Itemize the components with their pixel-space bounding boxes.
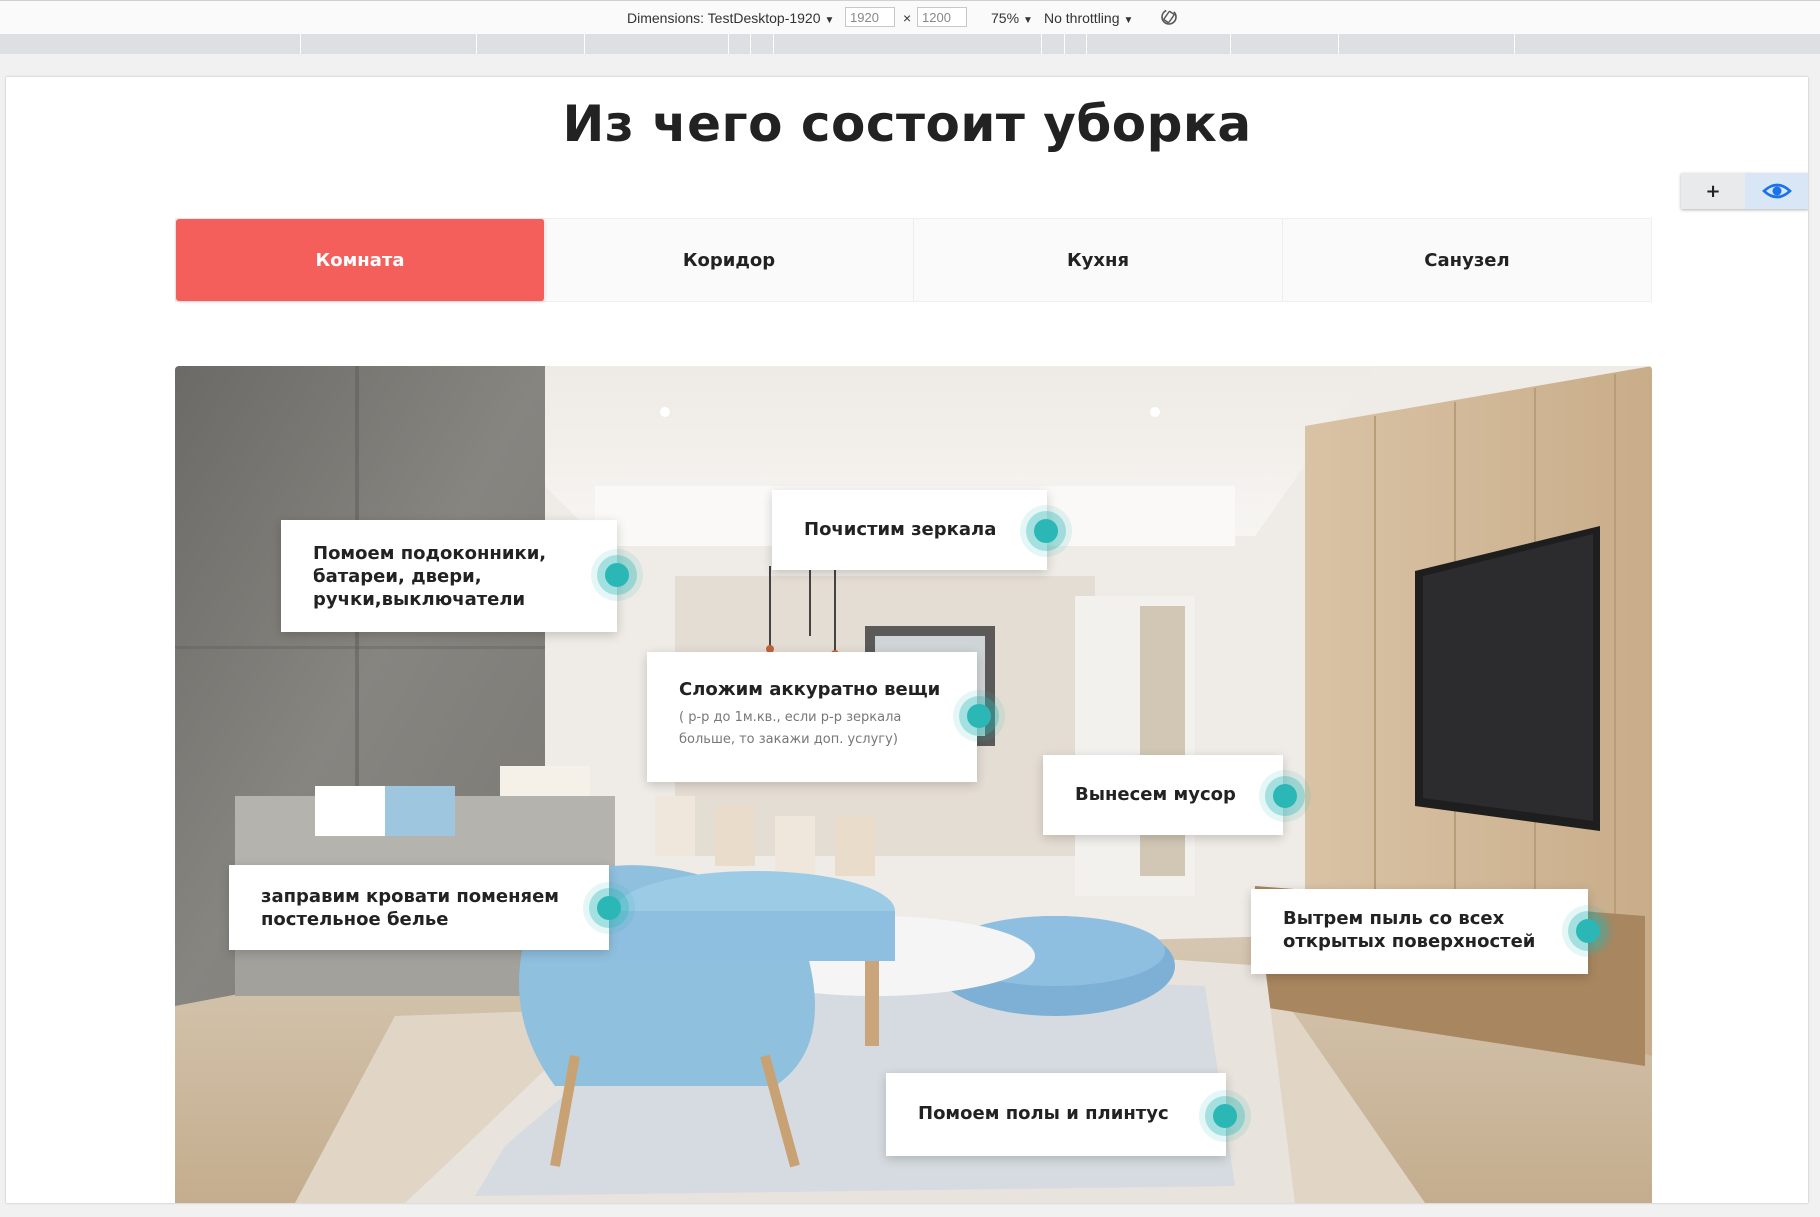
callout-text: Помоем полы и плинтус <box>918 1103 1169 1124</box>
hotspot-dot[interactable] <box>1576 919 1600 943</box>
zoom-label: 75% <box>991 10 1020 26</box>
tab-koridor[interactable]: Коридор <box>545 219 914 301</box>
page-title: Из чего состоит уборка <box>562 95 1252 153</box>
callout-mirrors: Почистим зеркала <box>772 490 1047 570</box>
page-viewport: Из чего состоит уборка + Комната Коридор… <box>6 77 1808 1203</box>
callout-text: заправим кровати поменяем постельное бел… <box>261 886 560 930</box>
rotate-icon[interactable] <box>1158 6 1180 28</box>
callout-folding: Сложим аккуратно вещи ( р-р до 1м.кв., е… <box>647 652 977 782</box>
height-input[interactable] <box>917 7 967 27</box>
callout-text: Вынесем мусор <box>1075 784 1236 805</box>
callout-text: Вытрем пыль со всех открытых поверхносте… <box>1283 908 1536 952</box>
room-tabs: Комната Коридор Кухня Санузел <box>175 218 1652 302</box>
zoom-dropdown[interactable]: 75% ▼ <box>991 10 1033 26</box>
tab-komnata[interactable]: Комната <box>176 219 545 301</box>
hotspot-dot[interactable] <box>967 704 991 728</box>
hotspot-dot[interactable] <box>1273 784 1297 808</box>
floating-tools: + <box>1681 173 1808 209</box>
callout-subtext: ( р-р до 1м.кв., если р-р зеркала больше… <box>679 710 902 747</box>
hotspot-dot[interactable] <box>597 896 621 920</box>
times-symbol: × <box>903 10 912 26</box>
width-input[interactable] <box>845 7 895 27</box>
callout-floors: Помоем полы и плинтус <box>886 1073 1226 1156</box>
callout-trash: Вынесем мусор <box>1043 755 1283 835</box>
callout-text: Помоем подоконники, батареи, двери, ручк… <box>313 543 547 610</box>
tab-sanuzel[interactable]: Санузел <box>1283 219 1651 301</box>
hotspot-dot[interactable] <box>1034 519 1058 543</box>
chevron-down-icon: ▼ <box>824 15 835 26</box>
tab-kuhnya[interactable]: Кухня <box>914 219 1283 301</box>
add-button[interactable]: + <box>1681 173 1745 209</box>
dimensions-dropdown[interactable]: Dimensions: TestDesktop-1920 ▼ <box>627 10 834 26</box>
callout-beds: заправим кровати поменяем постельное бел… <box>229 865 609 950</box>
hotspot-dot[interactable] <box>1213 1104 1237 1128</box>
eye-button[interactable] <box>1745 173 1808 209</box>
callout-windowsills: Помоем подоконники, батареи, двери, ручк… <box>281 520 617 632</box>
chevron-down-icon: ▼ <box>1123 15 1134 26</box>
eye-icon <box>1762 183 1792 199</box>
chevron-down-icon: ▼ <box>1023 15 1033 26</box>
callout-dust: Вытрем пыль со всех открытых поверхносте… <box>1251 889 1588 974</box>
hotspot-dot[interactable] <box>605 563 629 587</box>
media-query-ruler <box>0 34 1820 54</box>
throttling-dropdown[interactable]: No throttling ▼ <box>1044 10 1133 26</box>
callout-text: Почистим зеркала <box>804 519 997 540</box>
room-photo: Помоем подоконники, батареи, двери, ручк… <box>175 366 1652 1203</box>
throttling-label: No throttling <box>1044 10 1120 26</box>
devtools-toolbar: Dimensions: TestDesktop-1920▼ × 75%▼ No … <box>0 0 1820 35</box>
callout-text: Сложим аккуратно вещи <box>679 679 941 700</box>
dimensions-label: Dimensions: TestDesktop-1920 <box>627 10 821 26</box>
